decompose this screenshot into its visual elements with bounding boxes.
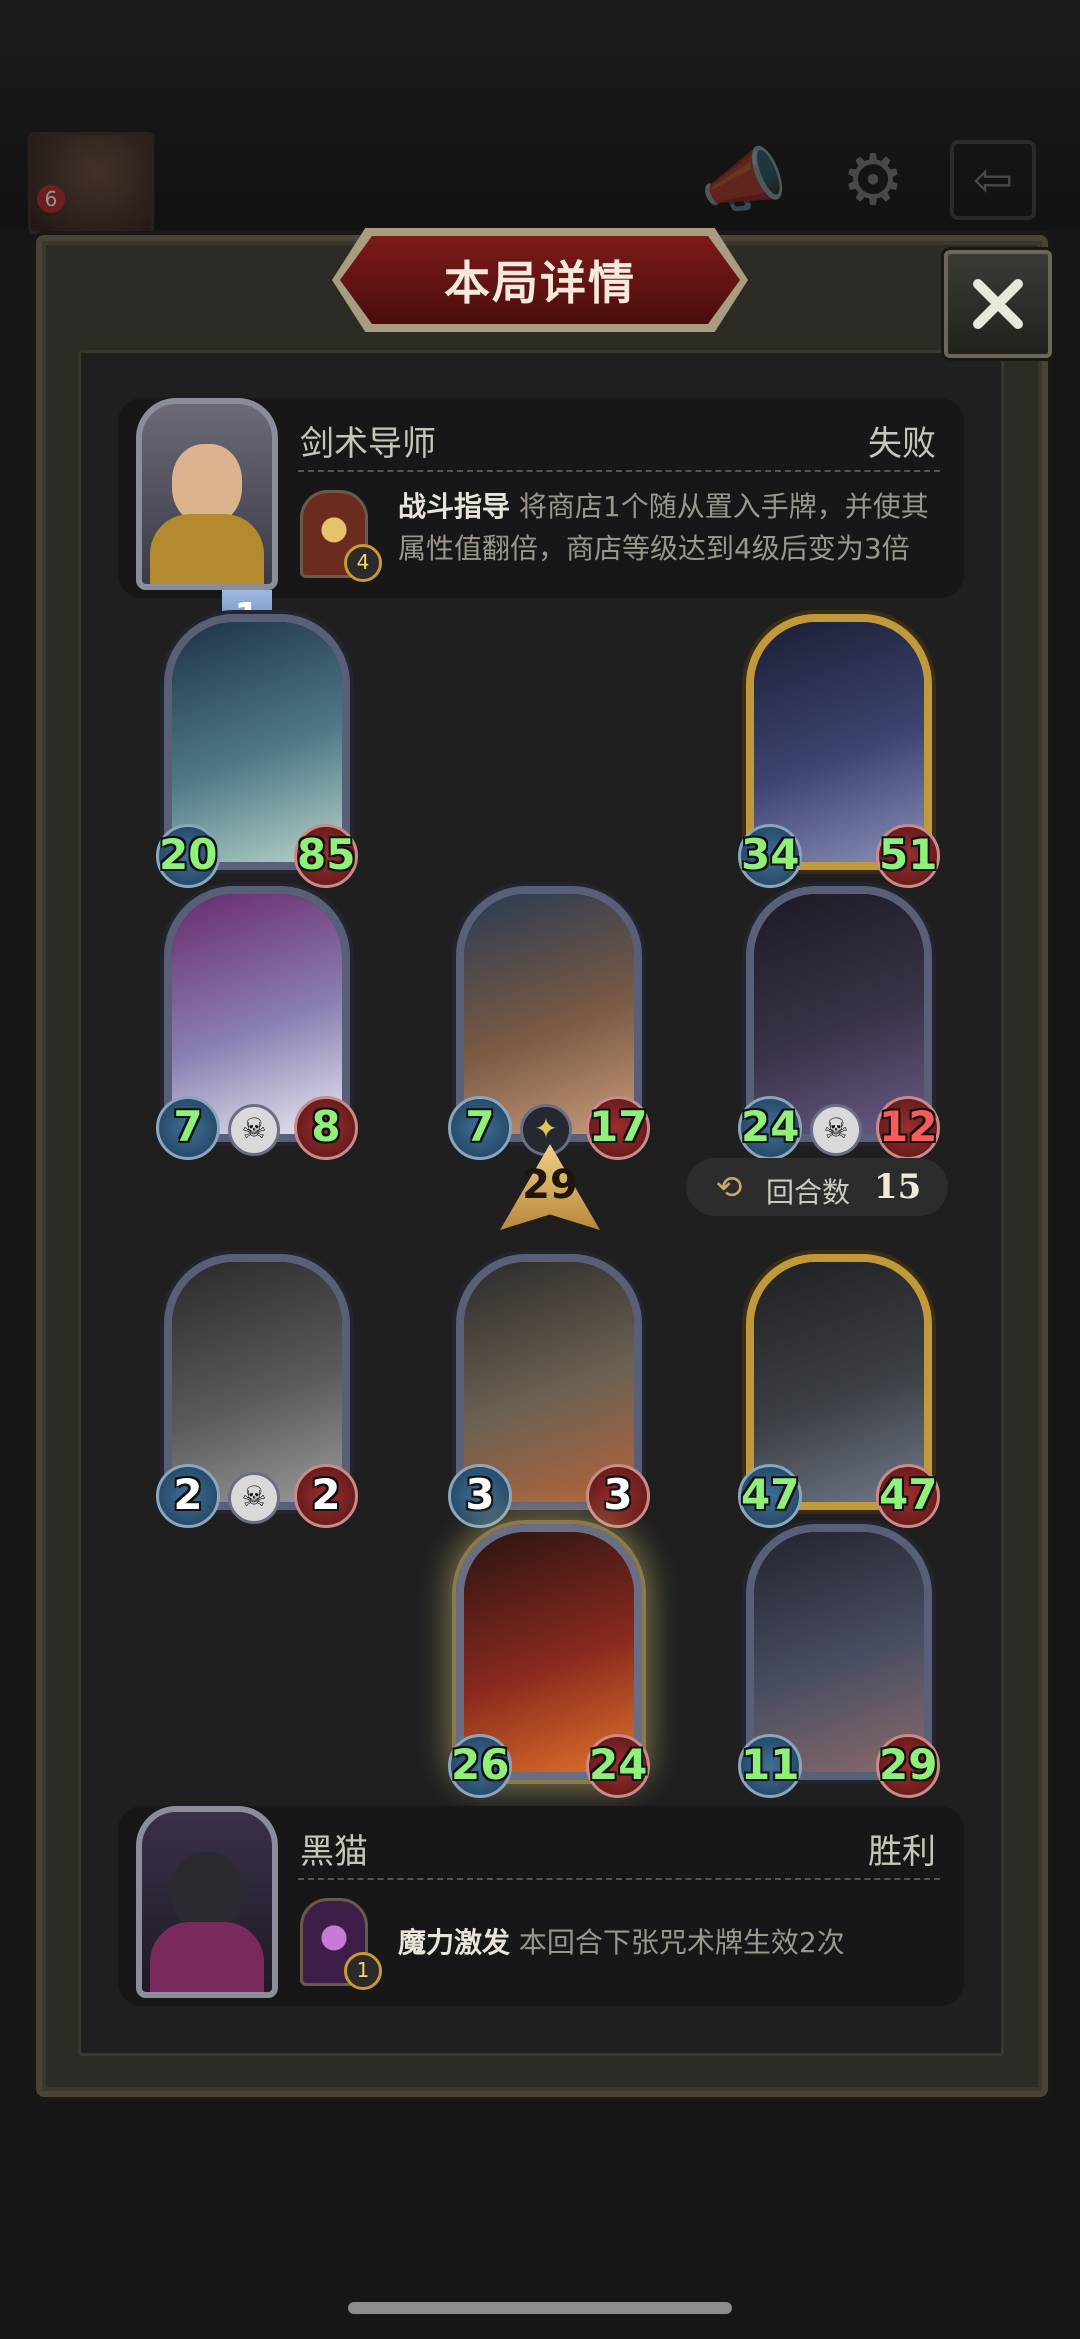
attack-stat: 34 xyxy=(738,824,802,888)
opponent-portrait xyxy=(136,398,278,590)
gear-icon[interactable]: ⚙ xyxy=(830,140,916,220)
player-portrait xyxy=(136,1806,278,1998)
health-stat: 8 xyxy=(294,1096,358,1160)
skull-icon: ☠ xyxy=(228,1104,280,1156)
round-counter: ⟲ 回合数 15 xyxy=(686,1158,948,1216)
opponent-name: 剑术导师 xyxy=(300,424,436,464)
repeat-icon: ⟲ xyxy=(715,1168,743,1206)
attack-stat: 7 xyxy=(156,1096,220,1160)
skill-level-badge: 4 xyxy=(344,544,382,582)
home-indicator[interactable] xyxy=(348,2302,732,2314)
divider xyxy=(298,1878,940,1880)
player-result: 胜利 xyxy=(868,1832,936,1872)
round-label: 回合数 xyxy=(766,1176,851,1209)
close-icon xyxy=(973,279,1023,329)
skill-name: 战斗指导 xyxy=(398,490,511,523)
divider xyxy=(298,470,940,472)
title-banner: 本局详情 xyxy=(340,236,740,324)
opponent-panel: 剑术导师 失败 4 战斗指导 将商店1个随从置入手牌，并使其属性值翻倍，商店等级… xyxy=(118,398,964,598)
top-background xyxy=(0,0,1080,230)
attack-stat: 24 xyxy=(738,1096,802,1160)
health-stat: 3 xyxy=(586,1464,650,1528)
skill-level-badge: 1 xyxy=(344,1952,382,1990)
skull-icon: ☠ xyxy=(810,1104,862,1156)
minion-card-robot[interactable]: 2 ☠ 2 xyxy=(156,1254,358,1528)
player-skill-text: 魔力激发 本回合下张咒术牌生效2次 xyxy=(398,1922,948,1964)
opponent-skill-text: 战斗指导 将商店1个随从置入手牌，并使其属性值翻倍，商店等级达到4级后变为3倍 xyxy=(398,486,948,570)
health-stat: 24 xyxy=(586,1734,650,1798)
attack-stat: 7 xyxy=(448,1096,512,1160)
opponent-result: 失败 xyxy=(868,424,936,464)
minion-card-assassin[interactable]: 34 51 xyxy=(738,614,940,888)
health-stat: 51 xyxy=(876,824,940,888)
player-panel: 黑猫 胜利 1 魔力激发 本回合下张咒术牌生效2次 xyxy=(118,1806,964,2006)
megaphone-icon[interactable]: 📣 xyxy=(700,140,787,220)
minion-card-rocket[interactable]: 3 3 xyxy=(448,1254,650,1528)
minion-card-rat[interactable]: 11 29 xyxy=(738,1524,940,1798)
exit-icon[interactable]: ⇦ xyxy=(950,140,1036,220)
attack-stat: 3 xyxy=(448,1464,512,1528)
player-name: 黑猫 xyxy=(300,1832,368,1872)
health-stat: 2 xyxy=(294,1464,358,1528)
dialog-title: 本局详情 xyxy=(444,256,636,310)
avatar-level: 6 xyxy=(37,185,65,213)
round-value: 15 xyxy=(874,1167,922,1207)
health-stat: 47 xyxy=(876,1464,940,1528)
attack-stat: 20 xyxy=(156,824,220,888)
player-avatar[interactable]: 6 xyxy=(28,132,154,234)
tier-number: 29 xyxy=(522,1162,578,1208)
health-stat: 85 xyxy=(294,824,358,888)
skill-description: 本回合下张咒术牌生效2次 xyxy=(518,1926,845,1959)
health-stat: 17 xyxy=(586,1096,650,1160)
health-stat: 12 xyxy=(876,1096,940,1160)
close-button[interactable] xyxy=(944,250,1052,358)
minion-card-beast[interactable]: 7 ☠ 8 xyxy=(156,886,358,1160)
minion-card-cultist[interactable]: 24 ☠ 12 xyxy=(738,886,940,1160)
skull-icon: ☠ xyxy=(228,1472,280,1524)
attack-stat: 26 xyxy=(448,1734,512,1798)
attack-stat: 11 xyxy=(738,1734,802,1798)
attack-stat: 47 xyxy=(738,1464,802,1528)
minion-card-panther[interactable]: 47 47 xyxy=(738,1254,940,1528)
minion-card-unicorn[interactable]: 20 85 xyxy=(156,614,358,888)
health-stat: 29 xyxy=(876,1734,940,1798)
star-icon: ✦ xyxy=(520,1104,572,1156)
skill-name: 魔力激发 xyxy=(398,1926,511,1959)
minion-card-demon[interactable]: 26 24 xyxy=(448,1524,650,1798)
attack-stat: 2 xyxy=(156,1464,220,1528)
minion-card-dwarf[interactable]: 7 ✦ 17 xyxy=(448,886,650,1160)
